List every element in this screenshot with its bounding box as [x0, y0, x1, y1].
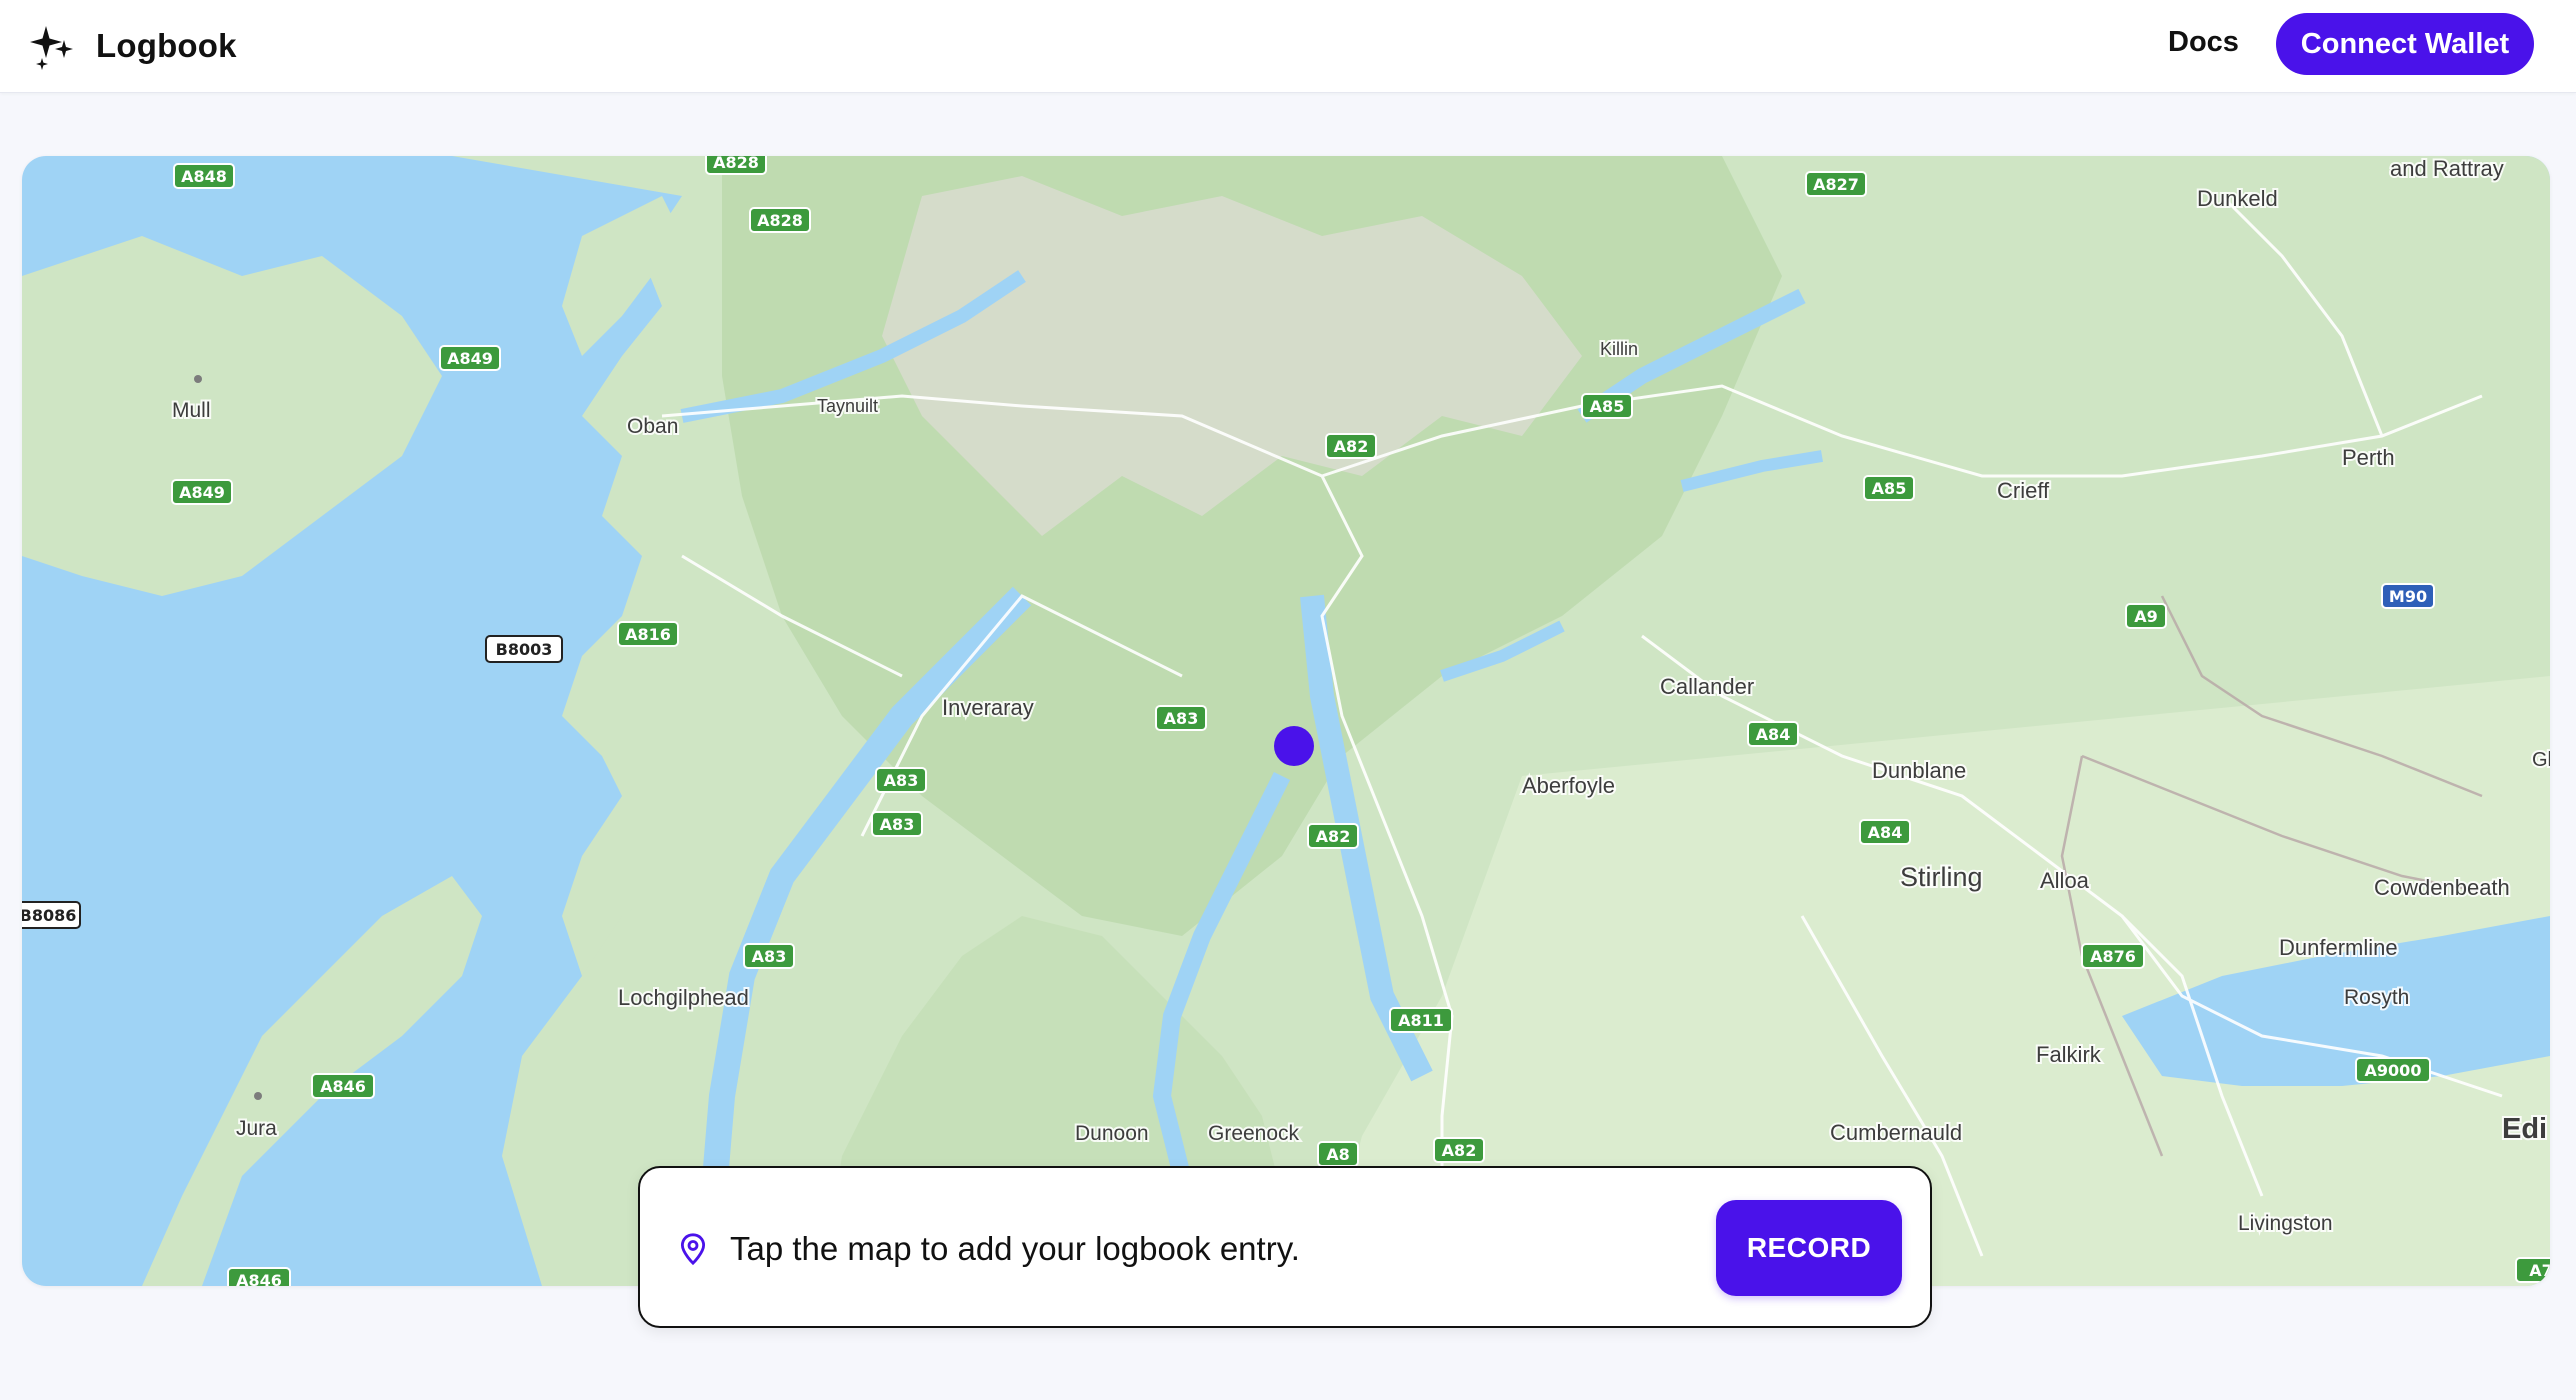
place-label: Lochgilphead	[618, 985, 749, 1010]
road-label: A9	[2134, 607, 2158, 626]
road-label: A7	[2529, 1261, 2550, 1280]
place-label: Inveraray	[942, 695, 1034, 720]
place-label: Crieff	[1997, 478, 2050, 503]
docs-link[interactable]: Docs	[2168, 26, 2239, 59]
place-label: Falkirk	[2036, 1042, 2102, 1067]
mull-dot	[194, 375, 202, 383]
place-label: Taynuilt	[817, 396, 878, 416]
place-label: and Rattray	[2390, 156, 2504, 181]
road-label: A828	[757, 211, 803, 230]
road-label: A8	[1326, 1145, 1350, 1164]
map-pin-icon	[680, 1233, 706, 1266]
place-label: Mull	[172, 399, 211, 422]
app-header: Logbook Docs Connect Wallet	[0, 0, 2576, 93]
place-label: Gl	[2532, 749, 2550, 771]
road-label: A827	[1813, 175, 1859, 194]
road-label: A83	[752, 947, 787, 966]
place-label: Callander	[1660, 674, 1754, 699]
record-button[interactable]: RECORD	[1716, 1200, 1902, 1296]
road-label: A9000	[2365, 1061, 2422, 1080]
place-label: Cowdenbeath	[2374, 875, 2510, 900]
place-label: Killin	[1600, 339, 1638, 359]
road-label: M90	[2389, 587, 2427, 606]
road-label: A811	[1398, 1011, 1444, 1030]
place-label: Cumbernauld	[1830, 1120, 1962, 1145]
road-label: A82	[1334, 437, 1369, 456]
road-label: A846	[320, 1077, 366, 1096]
map[interactable]: Mull Oban Taynuilt Inveraray Lochgilphea…	[22, 156, 2550, 1286]
road-label: A82	[1316, 827, 1351, 846]
place-label: Oban	[627, 415, 678, 438]
place-label: Dunfermline	[2279, 935, 2398, 960]
place-label: Alloa	[2040, 868, 2090, 893]
road-label: A82	[1442, 1141, 1477, 1160]
place-label: Aberfoyle	[1522, 773, 1615, 798]
place-label: Greenock	[1208, 1122, 1300, 1145]
road-label: A876	[2090, 947, 2136, 966]
sparkles-icon	[30, 26, 73, 70]
road-label: B8086	[22, 906, 76, 925]
entry-prompt: Tap the map to add your logbook entry.	[730, 1230, 1300, 1267]
place-label: Stirling	[1900, 862, 1983, 892]
place-label: Dunblane	[1872, 758, 1966, 783]
road-label: A849	[447, 349, 493, 368]
road-label: B8003	[496, 640, 553, 659]
brand[interactable]: Logbook	[26, 20, 237, 72]
place-label: Edi	[2502, 1113, 2547, 1145]
road-label: A84	[1756, 725, 1791, 744]
connect-wallet-button[interactable]: Connect Wallet	[2276, 13, 2534, 75]
place-label: Dunkeld	[2197, 186, 2278, 211]
logbook-entry-card: Tap the map to add your logbook entry. R…	[638, 1166, 1932, 1328]
road-label: A848	[181, 167, 227, 186]
map-canvas[interactable]: Mull Oban Taynuilt Inveraray Lochgilphea…	[22, 156, 2550, 1286]
road-label: A849	[179, 483, 225, 502]
road-label: A816	[625, 625, 671, 644]
app-title: Logbook	[96, 27, 237, 64]
place-label: Perth	[2342, 445, 2395, 470]
road-label: A83	[884, 771, 919, 790]
place-label: Livingston	[2238, 1212, 2333, 1235]
road-label: A846	[236, 1271, 282, 1286]
place-label: Jura	[236, 1117, 277, 1140]
location-marker[interactable]	[1274, 726, 1314, 766]
jura-dot	[254, 1092, 262, 1100]
place-label: Rosyth	[2344, 986, 2409, 1009]
road-label: A84	[1868, 823, 1903, 842]
road-label: A83	[1164, 709, 1199, 728]
road-label: A85	[1590, 397, 1625, 416]
road-label: A85	[1872, 479, 1907, 498]
road-label: A83	[880, 815, 915, 834]
place-label: Dunoon	[1075, 1122, 1149, 1145]
road-label: A828	[713, 156, 759, 172]
